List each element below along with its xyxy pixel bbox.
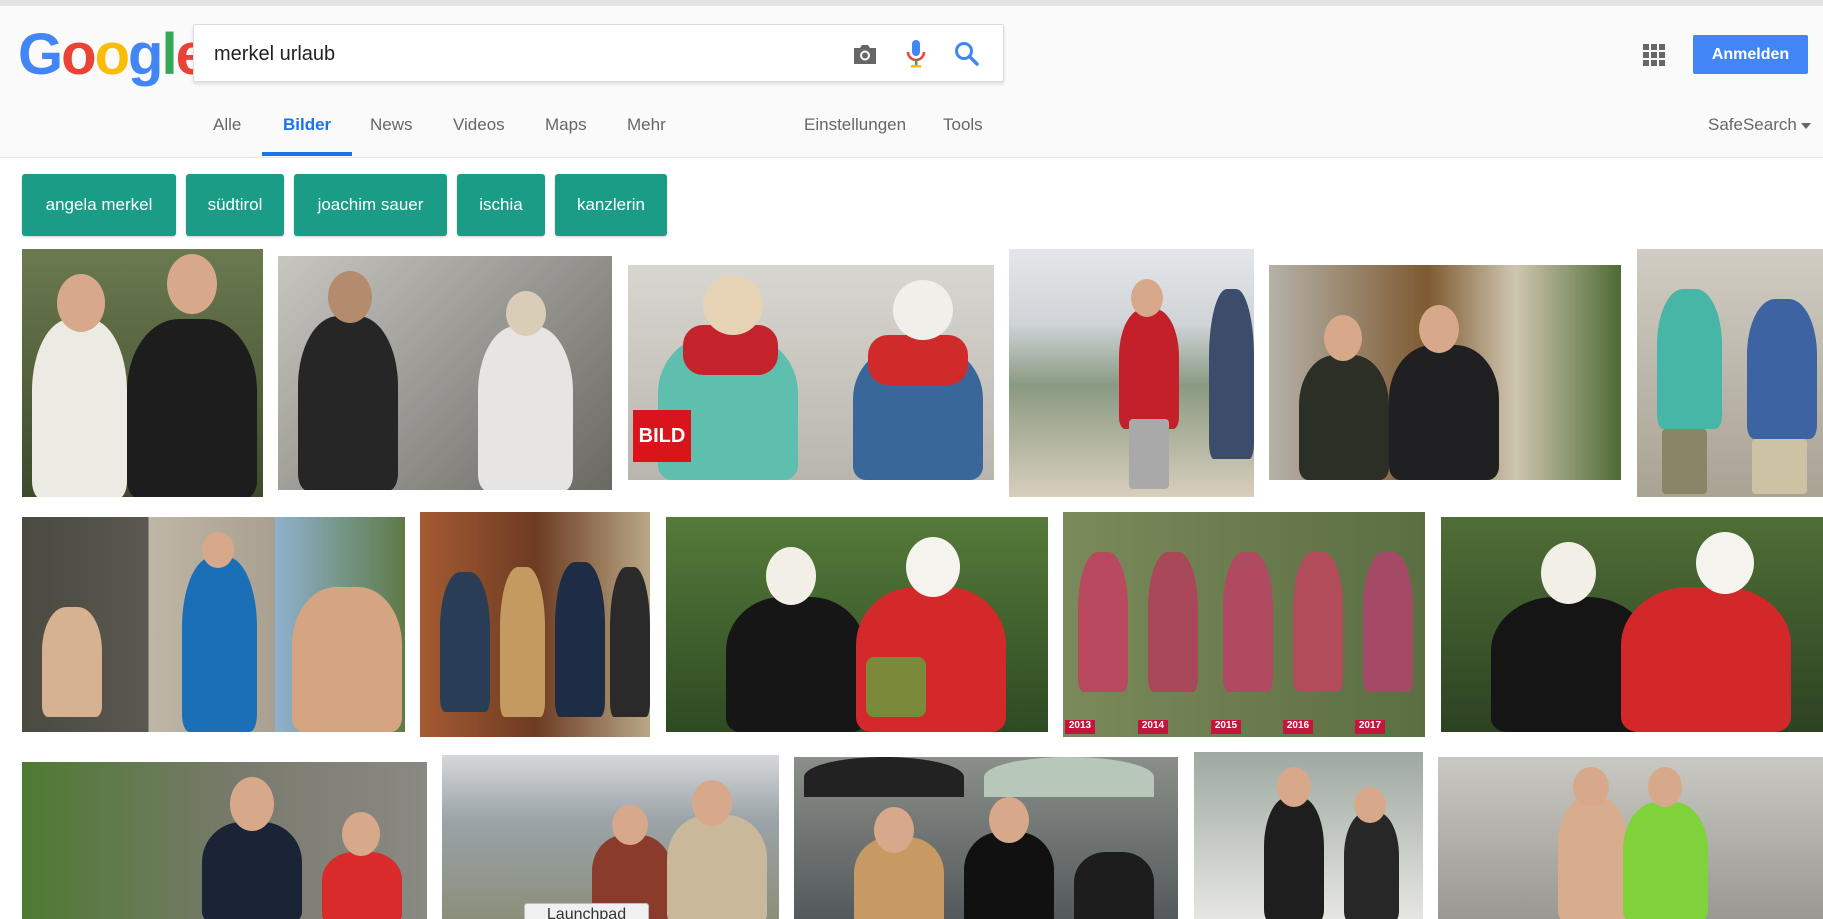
bild-logo: BILD xyxy=(633,410,691,462)
active-tab-indicator xyxy=(262,152,352,156)
logo-letter: l xyxy=(161,22,177,87)
year-label: 2016 xyxy=(1283,720,1313,734)
image-thumbnail[interactable] xyxy=(1269,265,1621,480)
tab-all[interactable]: Alle xyxy=(213,115,241,135)
image-thumbnail[interactable] xyxy=(1194,752,1423,919)
apps-grid-icon[interactable] xyxy=(1643,44,1665,66)
tab-images[interactable]: Bilder xyxy=(283,115,331,135)
tab-tools[interactable]: Tools xyxy=(943,115,983,135)
image-thumbnail[interactable] xyxy=(22,517,405,732)
search-icon[interactable] xyxy=(950,37,984,71)
caret-down-icon xyxy=(1800,122,1811,129)
microphone-icon[interactable] xyxy=(899,37,933,71)
year-label: 2017 xyxy=(1355,720,1385,734)
logo-letter: G xyxy=(18,22,63,87)
launchpad-tooltip: Launchpad xyxy=(524,903,649,919)
safesearch-label: SafeSearch xyxy=(1708,115,1797,134)
year-label: 2015 xyxy=(1211,720,1241,734)
year-label: 2014 xyxy=(1138,720,1168,734)
tab-maps[interactable]: Maps xyxy=(545,115,587,135)
window-top-strip xyxy=(0,0,1823,6)
image-thumbnail[interactable]: 2013 2014 2015 2016 2017 xyxy=(1063,512,1425,737)
search-input[interactable] xyxy=(214,39,814,69)
related-chip[interactable]: südtirol xyxy=(186,174,284,236)
tab-videos[interactable]: Videos xyxy=(453,115,505,135)
image-thumbnail[interactable] xyxy=(666,517,1048,732)
related-chip[interactable]: ischia xyxy=(457,174,545,236)
related-chip[interactable]: joachim sauer xyxy=(294,174,447,236)
image-thumbnail[interactable] xyxy=(794,757,1178,919)
logo-letter: g xyxy=(128,22,163,87)
google-logo[interactable]: Google xyxy=(18,22,208,87)
tab-more[interactable]: Mehr xyxy=(627,115,666,135)
image-thumbnail[interactable] xyxy=(420,512,650,737)
image-thumbnail[interactable] xyxy=(278,256,612,490)
image-thumbnail[interactable] xyxy=(1441,517,1823,732)
image-thumbnail[interactable] xyxy=(22,249,263,497)
related-chip[interactable]: angela merkel xyxy=(22,174,176,236)
image-thumbnail[interactable] xyxy=(1438,757,1823,919)
image-thumbnail[interactable] xyxy=(442,755,779,919)
tab-news[interactable]: News xyxy=(370,115,413,135)
logo-letter: o xyxy=(94,22,130,87)
image-thumbnail[interactable] xyxy=(1637,249,1823,497)
image-thumbnail[interactable] xyxy=(1009,249,1254,497)
logo-letter: o xyxy=(61,22,96,87)
search-box xyxy=(193,24,1004,82)
safesearch-dropdown[interactable]: SafeSearch xyxy=(1708,115,1811,135)
image-thumbnail[interactable] xyxy=(22,762,427,919)
year-label: 2013 xyxy=(1065,720,1095,734)
image-thumbnail[interactable]: BILD xyxy=(628,265,994,480)
camera-icon[interactable] xyxy=(848,37,882,71)
tab-settings[interactable]: Einstellungen xyxy=(804,115,906,135)
signin-button[interactable]: Anmelden xyxy=(1693,35,1808,74)
related-chip[interactable]: kanzlerin xyxy=(555,174,667,236)
